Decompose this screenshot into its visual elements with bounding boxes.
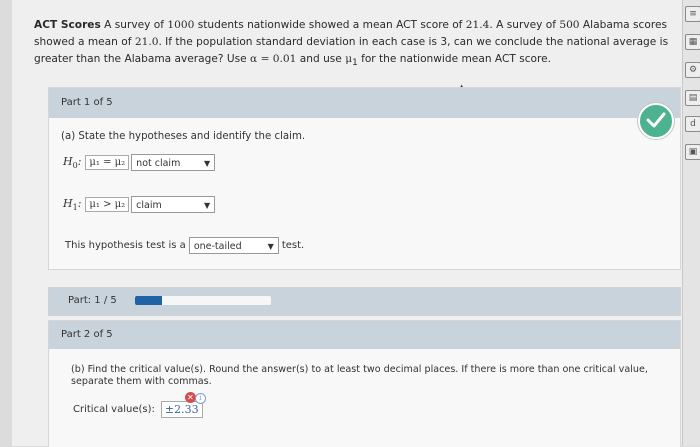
- toolbar-tool-1-icon[interactable]: ≡: [685, 6, 700, 22]
- h1-row: H1: μ₁ > μ₂ claim ▼: [63, 196, 216, 213]
- h1-expression[interactable]: μ₁ > μ₂: [85, 197, 130, 212]
- progress-fill: [135, 296, 163, 305]
- chevron-down-icon: ▼: [204, 159, 211, 168]
- toolbar-tool-5-icon[interactable]: d: [685, 116, 700, 132]
- test-type-row: This hypothesis test is a one-tailed ▼ te…: [65, 237, 304, 254]
- toolbar-tool-6-icon[interactable]: ▣: [685, 144, 700, 160]
- side-toolbar: ≡ ▦ ⚙ ▤ d ▣: [682, 0, 700, 446]
- toolbar-tool-4-icon[interactable]: ▤: [685, 90, 700, 106]
- h0-claim-select[interactable]: not claim ▼: [131, 154, 216, 171]
- part2-card: Part 2 of 5 (b) Find the critical value(…: [48, 320, 681, 447]
- chevron-down-icon: ▼: [267, 242, 274, 251]
- page: ACT Scores A survey of 1000 students nat…: [12, 0, 688, 447]
- part2-header: Part 2 of 5: [49, 321, 680, 349]
- h0-symbol: H0:: [63, 154, 82, 171]
- part1-question: (a) State the hypotheses and identify th…: [61, 131, 306, 142]
- problem-title: ACT Scores: [34, 19, 101, 31]
- critical-value-input[interactable]: ±2.33 ✕ i: [160, 392, 206, 418]
- chevron-down-icon: ▼: [204, 201, 211, 210]
- h1-claim-select[interactable]: claim ▼: [131, 196, 216, 213]
- h0-row: H0: μ₁ = μ₂ not claim ▼: [63, 154, 216, 171]
- info-icon[interactable]: i: [194, 393, 206, 404]
- toolbar-tool-3-icon[interactable]: ⚙: [685, 62, 700, 78]
- check-icon: [638, 103, 674, 139]
- part1-card: Part 1 of 5 (a) State the hypotheses and…: [48, 87, 681, 270]
- problem-statement: ACT Scores A survey of 1000 students nat…: [34, 19, 669, 69]
- h1-symbol: H1:: [63, 196, 82, 213]
- critical-label: Critical value(s):: [73, 404, 155, 415]
- progress-label: Part: 1 / 5: [68, 295, 117, 306]
- test-type-select[interactable]: one-tailed ▼: [188, 237, 279, 254]
- part2-question: (b) Find the critical value(s). Round th…: [71, 364, 648, 387]
- progress-bar-section: Part: 1 / 5: [48, 287, 681, 316]
- progress-bar: [135, 296, 271, 305]
- part1-header: Part 1 of 5: [49, 88, 680, 118]
- h0-expression[interactable]: μ₁ = μ₂: [85, 155, 130, 170]
- critical-value-row: Critical value(s): ±2.33 ✕ i: [73, 392, 206, 418]
- toolbar-tool-2-icon[interactable]: ▦: [685, 34, 700, 50]
